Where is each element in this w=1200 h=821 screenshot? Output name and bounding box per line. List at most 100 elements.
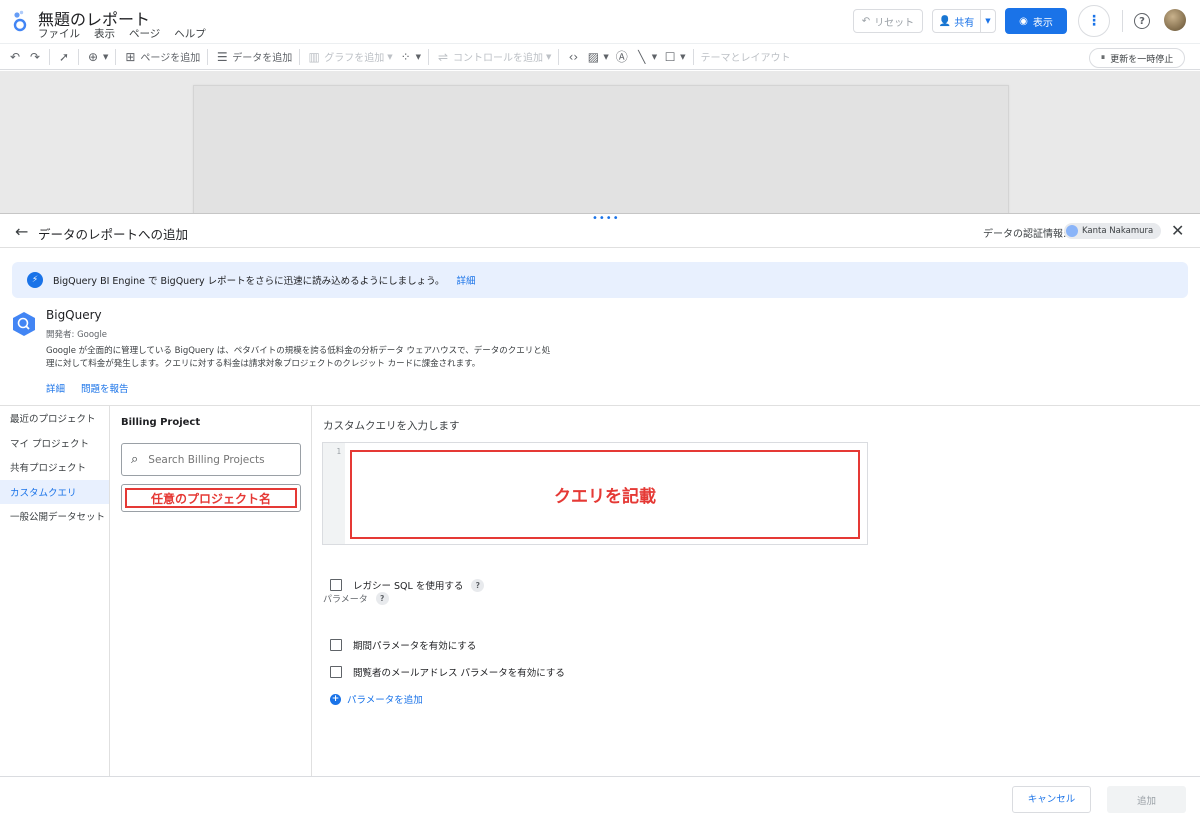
select-cursor-icon[interactable]: ➚	[54, 44, 74, 69]
chevron-down-icon: ▼	[103, 52, 109, 61]
nav-item-my-projects[interactable]: マイ プロジェクト	[0, 431, 109, 456]
add-control-button[interactable]: ⇌ コントロールを追加 ▼	[433, 44, 554, 69]
view-button[interactable]: ◉ 表示	[1005, 8, 1067, 34]
connector-name: BigQuery	[46, 308, 102, 322]
toolbar-divider	[692, 48, 694, 65]
nav-item-public-datasets[interactable]: 一般公開データセット	[0, 504, 109, 529]
share-dropdown-icon[interactable]: ▼	[981, 17, 995, 25]
embed-code-icon[interactable]: ‹›	[563, 44, 583, 69]
legacy-sql-option: レガシー SQL を使用する ?	[330, 578, 485, 592]
menu-file[interactable]: ファイル	[38, 26, 80, 41]
reset-button[interactable]: ↶ リセット	[853, 9, 923, 33]
legacy-sql-label: レガシー SQL を使用する	[353, 581, 464, 592]
parameters-label-row: パラメータ ?	[323, 592, 389, 605]
report-issue-link[interactable]: 問題を報告	[81, 381, 129, 395]
add-data-icon: ☰	[216, 49, 228, 64]
date-range-param-option: 期間パラメータを有効にする	[330, 638, 476, 652]
chevron-down-icon: ▼	[545, 52, 552, 61]
chevron-down-icon: ▼	[415, 52, 421, 61]
add-page-button[interactable]: ⊞ ページを追加	[120, 44, 203, 69]
menu-view[interactable]: 表示	[94, 26, 115, 41]
date-range-param-checkbox[interactable]	[330, 639, 342, 651]
bigquery-icon	[13, 312, 35, 336]
control-icon: ⇌	[437, 49, 449, 64]
app-header: 無題のレポート ファイル 表示 ページ ヘルプ ↶ リセット 👤 共有 ▼ ◉ …	[0, 0, 1200, 42]
chevron-down-icon: ▼	[603, 52, 609, 61]
share-button[interactable]: 👤 共有 ▼	[932, 9, 996, 33]
looker-studio-logo-icon[interactable]	[12, 10, 28, 32]
bi-engine-banner: ⚡ BigQuery BI Engine で BigQuery レポートをさらに…	[12, 262, 1188, 298]
parameters-help-icon[interactable]: ?	[375, 592, 389, 605]
zoom-icon: ⊕	[87, 49, 99, 64]
line-number-gutter: 1	[323, 443, 345, 544]
pause-updates-button[interactable]: ⏸ 更新を一時停止	[1089, 48, 1185, 68]
legacy-sql-checkbox[interactable]	[330, 579, 342, 591]
toolbar-divider	[299, 48, 301, 65]
credentials-chip[interactable]: Kanta Nakamura	[1064, 223, 1162, 239]
toolbar-divider	[115, 48, 117, 65]
viewer-email-param-label: 閲覧者のメールアドレス パラメータを有効にする	[353, 668, 565, 679]
line-button[interactable]: ╲ ▼	[632, 44, 660, 69]
nav-item-recent-projects[interactable]: 最近のプロジェクト	[0, 406, 109, 431]
learn-more-link[interactable]: 詳細	[46, 381, 65, 395]
add-button[interactable]: 追加	[1107, 786, 1186, 813]
billing-project-item[interactable]: 任意のプロジェクト名	[121, 484, 301, 512]
connector-links: 詳細 問題を報告	[46, 381, 129, 395]
nav-item-shared-projects[interactable]: 共有プロジェクト	[0, 455, 109, 480]
share-main-button[interactable]: 👤 共有	[933, 10, 981, 32]
toolbar-divider	[207, 48, 209, 65]
add-circle-icon: +	[330, 693, 341, 705]
lightning-icon: ⚡	[27, 272, 43, 288]
theme-layout-button[interactable]: テーマとレイアウト	[698, 44, 794, 69]
toolbar-divider	[49, 48, 50, 65]
panel-header: ← データのレポートへの追加 データの認証情報: Kanta Nakamura …	[0, 214, 1200, 248]
toolbar-divider	[558, 48, 560, 65]
close-icon[interactable]: ✕	[1171, 221, 1184, 240]
custom-query-column: カスタムクエリを入力します 1 クエリを記載 レガシー SQL を使用する ? …	[312, 406, 1200, 776]
legacy-sql-help-icon[interactable]: ?	[471, 578, 485, 592]
add-page-icon: ⊞	[125, 49, 136, 64]
add-data-button[interactable]: ☰ データを追加	[212, 44, 295, 69]
report-canvas	[0, 71, 1200, 215]
menu-bar: ファイル 表示 ページ ヘルプ	[38, 26, 206, 41]
toolbar-divider	[78, 48, 79, 65]
connector-description: Google が全面的に管理している BigQuery は、ペタバイトの規模を誇…	[46, 346, 551, 369]
undo-icon[interactable]: ↶	[5, 44, 25, 69]
user-avatar[interactable]	[1164, 9, 1186, 31]
add-parameter-button[interactable]: + パラメータを追加	[330, 692, 423, 706]
menu-help[interactable]: ヘルプ	[174, 26, 206, 41]
eye-icon: ◉	[1019, 15, 1028, 27]
cancel-button[interactable]: キャンセル	[1012, 786, 1091, 813]
selected-project-annotation: 任意のプロジェクト名	[125, 488, 297, 508]
editor-toolbar: ↶ ↷ ➚ ⊕ ▼ ⊞ ページを追加 ☰ データを追加 ▥ グラフを追加 ▼ ⁘ ▼ ⇌ コン…	[0, 43, 1200, 70]
redo-icon[interactable]: ↷	[25, 44, 45, 69]
community-viz-button[interactable]: ⁘ ▼	[396, 44, 424, 69]
report-page[interactable]	[193, 85, 1009, 215]
date-range-param-label: 期間パラメータを有効にする	[353, 641, 477, 652]
billing-search-input[interactable]	[148, 453, 279, 466]
sql-editor[interactable]: 1 クエリを記載	[322, 442, 868, 545]
menu-page[interactable]: ページ	[129, 26, 160, 41]
panel-title: データのレポートへの追加	[38, 227, 189, 242]
image-button[interactable]: ▨ ▼	[583, 44, 611, 69]
banner-learn-more-link[interactable]: 詳細	[457, 273, 476, 287]
nav-item-custom-query[interactable]: カスタムクエリ	[0, 479, 109, 504]
text-box-icon[interactable]: Ⓐ	[612, 44, 632, 69]
more-options-icon[interactable]: ⋮	[1078, 5, 1110, 37]
shape-button[interactable]: ☐ ▼	[660, 44, 688, 69]
toolbar-divider	[427, 48, 429, 65]
community-viz-icon: ⁘	[400, 49, 411, 64]
viewer-email-param-checkbox[interactable]	[330, 666, 342, 678]
credentials-label: データの認証情報:	[983, 229, 1067, 240]
help-icon[interactable]: ?	[1134, 13, 1150, 29]
shape-icon: ☐	[664, 49, 676, 64]
viewer-email-param-option: 閲覧者のメールアドレス パラメータを有効にする	[330, 665, 565, 679]
back-arrow-icon[interactable]: ←	[15, 222, 28, 241]
add-chart-button[interactable]: ▥ グラフを追加 ▼	[304, 44, 395, 69]
zoom-button[interactable]: ⊕ ▼	[83, 44, 111, 69]
account-icon	[1066, 225, 1078, 237]
chart-icon: ▥	[308, 49, 320, 64]
project-source-nav: 最近のプロジェクト マイ プロジェクト 共有プロジェクト カスタムクエリ 一般公…	[0, 406, 110, 776]
query-annotation: クエリを記載	[350, 450, 860, 539]
billing-search-box[interactable]: ⌕	[121, 443, 301, 476]
